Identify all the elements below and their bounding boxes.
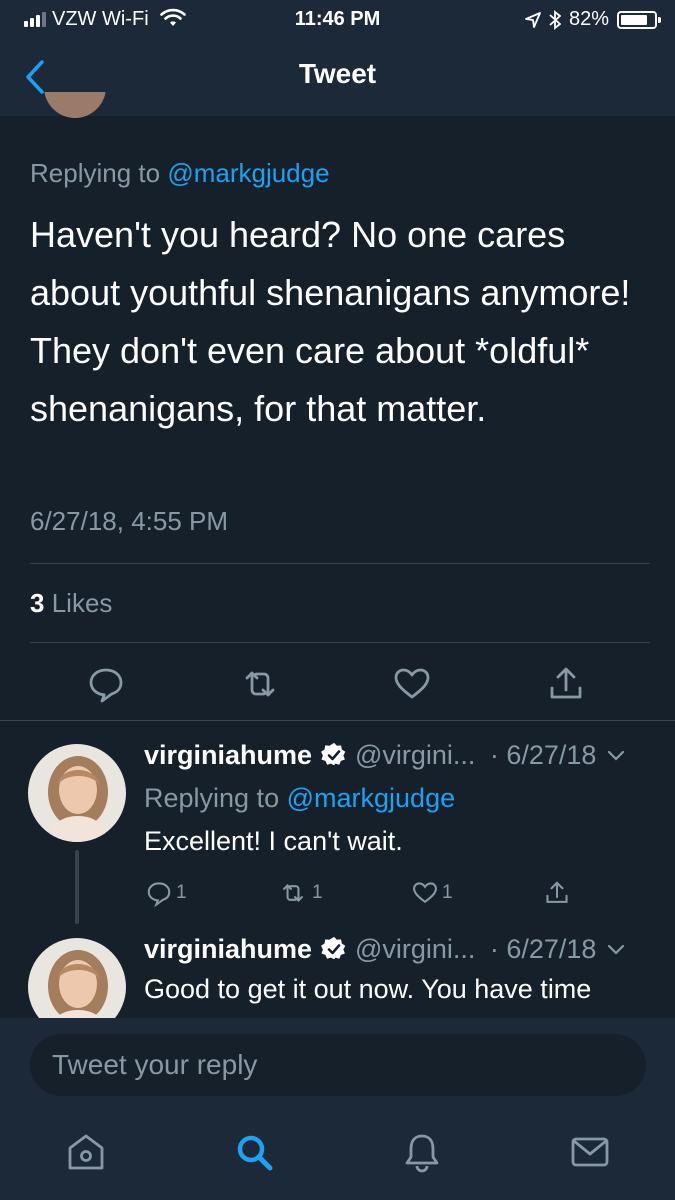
reply-replying-to: Replying to @markgjudge [144, 783, 455, 814]
like-icon[interactable] [390, 662, 434, 706]
tweet-timestamp: 6/27/18, 4:55 PM [30, 506, 229, 536]
battery-percent: 82% [568, 8, 609, 30]
verified-icon [320, 936, 345, 960]
reply-share-button[interactable] [542, 878, 572, 908]
reply-retweet-button[interactable]: 1 [276, 878, 323, 908]
chevron-down-icon[interactable] [605, 744, 627, 766]
likes-count[interactable]: 3 Likes [30, 588, 112, 619]
retweet-icon [283, 884, 303, 902]
replying-to-handle[interactable]: @markgjudge [167, 158, 329, 188]
reply-date: · 6/27/18 [489, 934, 597, 964]
like-icon [413, 882, 437, 904]
location-icon [525, 11, 541, 28]
replying-to-label: Replying to [144, 783, 280, 813]
page-title: Tweet [298, 58, 377, 89]
reply-date: · 6/27/18 [489, 740, 597, 770]
reply-author-handle[interactable]: @virgini... [355, 934, 475, 964]
search-icon[interactable] [232, 1130, 276, 1174]
reply-header: virginiahume @virgini... · 6/27/18 [144, 934, 654, 965]
status-bar: VZW Wi-Fi 11:46 PM 82% [0, 0, 675, 40]
notifications-icon[interactable] [400, 1130, 444, 1174]
avatar[interactable] [28, 938, 126, 1018]
reply-like-button[interactable]: 1 [410, 878, 453, 908]
share-icon[interactable] [544, 662, 588, 706]
avatar[interactable] [28, 744, 126, 842]
status-right: 82% [525, 8, 661, 31]
reply-icon [147, 882, 171, 908]
replying-to-handle[interactable]: @markgjudge [287, 783, 456, 813]
reply-author-handle[interactable]: @virgini... [355, 740, 475, 770]
like-count: 1 [442, 882, 453, 903]
replying-to-label: Replying to [30, 158, 161, 188]
reply-count: 1 [176, 882, 187, 903]
likes-number: 3 [30, 588, 45, 618]
likes-label: Likes [51, 588, 113, 618]
reply-text: Good to get it out now. You have time [144, 974, 592, 1004]
verified-icon [320, 742, 345, 766]
home-icon[interactable] [64, 1130, 108, 1174]
retweet-count: 1 [312, 882, 323, 903]
retweet-icon[interactable] [238, 662, 282, 706]
messages-icon[interactable] [568, 1130, 612, 1174]
divider [30, 563, 650, 564]
tweet-text: Haven't you heard? No one cares about yo… [30, 214, 631, 429]
reply-input[interactable] [30, 1034, 646, 1096]
reply-author-name[interactable]: virginiahume [144, 934, 312, 964]
thread-line [75, 850, 79, 924]
replying-to: Replying to @markgjudge [30, 158, 330, 189]
reply-author-name[interactable]: virginiahume [144, 740, 312, 770]
battery-icon [617, 10, 661, 29]
divider [0, 720, 675, 721]
parent-avatar [44, 92, 106, 118]
reply-reply-button[interactable]: 1 [144, 878, 187, 908]
reply-text: Excellent! I can't wait. [144, 826, 403, 856]
bluetooth-icon [549, 9, 561, 30]
reply-header: virginiahume @virgini... · 6/27/18 [144, 740, 654, 771]
reply-2-clip: virginiahume @virgini... · 6/27/18 Good … [0, 924, 675, 1018]
divider [30, 642, 650, 643]
reply-icon[interactable] [84, 662, 128, 706]
share-icon [546, 881, 568, 903]
chevron-down-icon[interactable] [605, 938, 627, 960]
